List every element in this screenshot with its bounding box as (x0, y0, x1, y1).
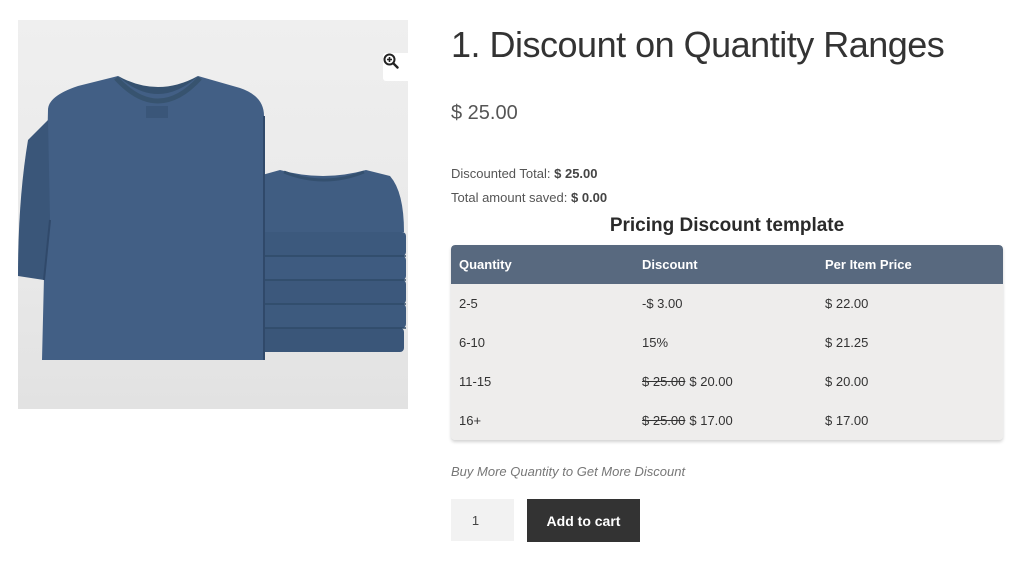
row-price: $ 22.00 (825, 296, 869, 311)
row-discount-value: $ 20.00 (689, 374, 733, 389)
stacked-shirts (244, 170, 406, 352)
row-quantity: 11-15 (459, 374, 492, 389)
row-quantity: 6-10 (459, 335, 486, 350)
row-discount: $ 25.00 $ 20.00 (635, 374, 819, 389)
discounted-total-value: $ 25.00 (554, 166, 598, 181)
row-discount: -$ 3.00 (635, 296, 819, 311)
row-original-price: $ 25.00 (642, 413, 686, 428)
table-row: 11-15 $ 25.00 $ 20.00 $ 20.00 (451, 362, 1003, 401)
header-quantity: Quantity (459, 257, 512, 272)
promo-note: Buy More Quantity to Get More Discount (451, 464, 686, 479)
product-image (18, 76, 406, 360)
pricing-table: Quantity Discount Per Item Price 2-5 -$ … (451, 245, 1003, 440)
table-row: 2-5 -$ 3.00 $ 22.00 (451, 284, 1003, 323)
row-price: $ 17.00 (825, 413, 869, 428)
row-quantity: 16+ (459, 413, 482, 428)
row-discount: 15% (635, 335, 819, 350)
product-image-gallery[interactable] (18, 20, 408, 409)
zoom-button[interactable] (383, 53, 408, 81)
header-per-item-price: Per Item Price (825, 257, 912, 272)
pricing-table-header: Quantity Discount Per Item Price (451, 245, 1003, 284)
table-row: 16+ $ 25.00 $ 17.00 $ 17.00 (451, 401, 1003, 440)
amount-saved-label: Total amount saved: (451, 190, 568, 205)
row-original-price: $ 25.00 (642, 374, 686, 389)
discounted-total: Discounted Total: $ 25.00 (451, 166, 598, 181)
product-price: $ 25.00 (451, 102, 518, 124)
row-price: $ 20.00 (825, 374, 869, 389)
row-price: $ 21.25 (825, 335, 869, 350)
header-discount: Discount (642, 257, 698, 272)
pricing-table-title: Pricing Discount template (609, 215, 845, 236)
discounted-total-label: Discounted Total: (451, 166, 551, 181)
quantity-input[interactable] (451, 499, 514, 541)
product-title: 1. Discount on Quantity Ranges (451, 24, 945, 65)
row-quantity: 2-5 (459, 296, 478, 311)
add-to-cart-button[interactable]: Add to cart (527, 499, 640, 542)
amount-saved: Total amount saved: $ 0.00 (451, 190, 607, 205)
table-row: 6-10 15% $ 21.25 (451, 323, 1003, 362)
row-discount: $ 25.00 $ 17.00 (635, 413, 819, 428)
row-discount-value: -$ 3.00 (642, 296, 683, 311)
zoom-in-icon (383, 53, 399, 69)
row-discount-value: $ 17.00 (689, 413, 733, 428)
row-discount-value: 15% (642, 335, 669, 350)
front-shirt (18, 76, 265, 360)
amount-saved-value: $ 0.00 (570, 190, 608, 205)
